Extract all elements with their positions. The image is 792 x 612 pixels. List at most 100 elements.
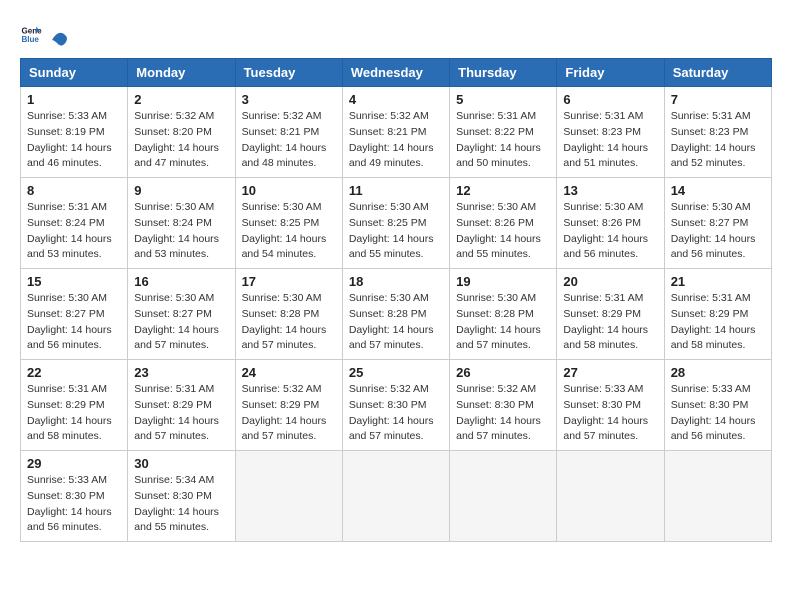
day-info: Sunrise: 5:33 AMSunset: 8:19 PMDaylight:… xyxy=(27,109,121,172)
day-number: 5 xyxy=(456,92,550,107)
day-info: Sunrise: 5:30 AMSunset: 8:25 PMDaylight:… xyxy=(349,200,443,263)
calendar-day-cell xyxy=(557,451,664,542)
calendar-day-cell: 25 Sunrise: 5:32 AMSunset: 8:30 PMDayligh… xyxy=(342,360,449,451)
day-info: Sunrise: 5:32 AMSunset: 8:30 PMDaylight:… xyxy=(349,382,443,445)
day-number: 25 xyxy=(349,365,443,380)
day-info: Sunrise: 5:31 AMSunset: 8:29 PMDaylight:… xyxy=(671,291,765,354)
calendar-day-header: Sunday xyxy=(21,59,128,87)
calendar-day-cell xyxy=(342,451,449,542)
day-info: Sunrise: 5:32 AMSunset: 8:20 PMDaylight:… xyxy=(134,109,228,172)
calendar-day-cell: 2 Sunrise: 5:32 AMSunset: 8:20 PMDaylight… xyxy=(128,87,235,178)
day-number: 28 xyxy=(671,365,765,380)
calendar-day-cell: 18 Sunrise: 5:30 AMSunset: 8:28 PMDayligh… xyxy=(342,269,449,360)
day-info: Sunrise: 5:31 AMSunset: 8:29 PMDaylight:… xyxy=(134,382,228,445)
day-number: 8 xyxy=(27,183,121,198)
calendar-day-header: Thursday xyxy=(450,59,557,87)
calendar-day-header: Wednesday xyxy=(342,59,449,87)
calendar-day-cell: 29 Sunrise: 5:33 AMSunset: 8:30 PMDayligh… xyxy=(21,451,128,542)
day-number: 10 xyxy=(242,183,336,198)
day-number: 27 xyxy=(563,365,657,380)
calendar-day-cell: 7 Sunrise: 5:31 AMSunset: 8:23 PMDaylight… xyxy=(664,87,771,178)
calendar-day-cell: 3 Sunrise: 5:32 AMSunset: 8:21 PMDaylight… xyxy=(235,87,342,178)
day-number: 2 xyxy=(134,92,228,107)
day-number: 7 xyxy=(671,92,765,107)
calendar-table: SundayMondayTuesdayWednesdayThursdayFrid… xyxy=(20,58,772,542)
day-info: Sunrise: 5:31 AMSunset: 8:29 PMDaylight:… xyxy=(27,382,121,445)
calendar-day-cell: 1 Sunrise: 5:33 AMSunset: 8:19 PMDaylight… xyxy=(21,87,128,178)
calendar-day-cell: 10 Sunrise: 5:30 AMSunset: 8:25 PMDayligh… xyxy=(235,178,342,269)
day-info: Sunrise: 5:32 AMSunset: 8:30 PMDaylight:… xyxy=(456,382,550,445)
calendar-day-cell: 17 Sunrise: 5:30 AMSunset: 8:28 PMDayligh… xyxy=(235,269,342,360)
day-number: 30 xyxy=(134,456,228,471)
day-info: Sunrise: 5:30 AMSunset: 8:27 PMDaylight:… xyxy=(134,291,228,354)
day-number: 14 xyxy=(671,183,765,198)
calendar-day-header: Tuesday xyxy=(235,59,342,87)
day-number: 4 xyxy=(349,92,443,107)
day-number: 13 xyxy=(563,183,657,198)
calendar-day-cell xyxy=(450,451,557,542)
logo-wave-icon xyxy=(50,20,68,48)
day-number: 19 xyxy=(456,274,550,289)
calendar-day-cell xyxy=(664,451,771,542)
day-info: Sunrise: 5:31 AMSunset: 8:23 PMDaylight:… xyxy=(671,109,765,172)
day-info: Sunrise: 5:30 AMSunset: 8:28 PMDaylight:… xyxy=(456,291,550,354)
day-info: Sunrise: 5:30 AMSunset: 8:28 PMDaylight:… xyxy=(242,291,336,354)
calendar-day-cell: 23 Sunrise: 5:31 AMSunset: 8:29 PMDayligh… xyxy=(128,360,235,451)
day-info: Sunrise: 5:30 AMSunset: 8:28 PMDaylight:… xyxy=(349,291,443,354)
logo: General Blue xyxy=(20,20,68,48)
calendar-day-cell: 11 Sunrise: 5:30 AMSunset: 8:25 PMDayligh… xyxy=(342,178,449,269)
day-number: 18 xyxy=(349,274,443,289)
calendar-day-cell: 24Sunrise: 5:32 AMSunset: 8:29 PMDayligh… xyxy=(235,360,342,451)
calendar-day-cell: 21 Sunrise: 5:31 AMSunset: 8:29 PMDayligh… xyxy=(664,269,771,360)
page-header: General Blue xyxy=(20,20,772,48)
calendar-day-cell: 8 Sunrise: 5:31 AMSunset: 8:24 PMDaylight… xyxy=(21,178,128,269)
calendar-day-cell: 4Sunrise: 5:32 AMSunset: 8:21 PMDaylight… xyxy=(342,87,449,178)
calendar-day-header: Friday xyxy=(557,59,664,87)
calendar-week-row: 1 Sunrise: 5:33 AMSunset: 8:19 PMDaylight… xyxy=(21,87,772,178)
day-number: 16 xyxy=(134,274,228,289)
calendar-day-cell: 13Sunrise: 5:30 AMSunset: 8:26 PMDayligh… xyxy=(557,178,664,269)
svg-text:Blue: Blue xyxy=(21,35,39,44)
day-number: 29 xyxy=(27,456,121,471)
day-info: Sunrise: 5:31 AMSunset: 8:23 PMDaylight:… xyxy=(563,109,657,172)
day-info: Sunrise: 5:34 AMSunset: 8:30 PMDaylight:… xyxy=(134,473,228,536)
day-info: Sunrise: 5:32 AMSunset: 8:29 PMDaylight:… xyxy=(242,382,336,445)
day-info: Sunrise: 5:31 AMSunset: 8:29 PMDaylight:… xyxy=(563,291,657,354)
calendar-day-cell: 20 Sunrise: 5:31 AMSunset: 8:29 PMDayligh… xyxy=(557,269,664,360)
day-info: Sunrise: 5:33 AMSunset: 8:30 PMDaylight:… xyxy=(563,382,657,445)
calendar-week-row: 15 Sunrise: 5:30 AMSunset: 8:27 PMDayligh… xyxy=(21,269,772,360)
calendar-week-row: 29 Sunrise: 5:33 AMSunset: 8:30 PMDayligh… xyxy=(21,451,772,542)
calendar-week-row: 8 Sunrise: 5:31 AMSunset: 8:24 PMDaylight… xyxy=(21,178,772,269)
day-info: Sunrise: 5:30 AMSunset: 8:24 PMDaylight:… xyxy=(134,200,228,263)
day-number: 23 xyxy=(134,365,228,380)
day-number: 11 xyxy=(349,183,443,198)
calendar-day-cell: 27 Sunrise: 5:33 AMSunset: 8:30 PMDayligh… xyxy=(557,360,664,451)
day-info: Sunrise: 5:33 AMSunset: 8:30 PMDaylight:… xyxy=(671,382,765,445)
day-info: Sunrise: 5:31 AMSunset: 8:22 PMDaylight:… xyxy=(456,109,550,172)
day-number: 9 xyxy=(134,183,228,198)
day-number: 20 xyxy=(563,274,657,289)
calendar-day-cell: 5 Sunrise: 5:31 AMSunset: 8:22 PMDaylight… xyxy=(450,87,557,178)
calendar-day-cell xyxy=(235,451,342,542)
day-info: Sunrise: 5:32 AMSunset: 8:21 PMDaylight:… xyxy=(242,109,336,172)
calendar-day-cell: 14 Sunrise: 5:30 AMSunset: 8:27 PMDayligh… xyxy=(664,178,771,269)
day-number: 12 xyxy=(456,183,550,198)
day-info: Sunrise: 5:30 AMSunset: 8:27 PMDaylight:… xyxy=(671,200,765,263)
calendar-day-cell: 15Sunrise: 5:30 AMSunset: 8:27 PMDayligh… xyxy=(21,269,128,360)
day-info: Sunrise: 5:30 AMSunset: 8:25 PMDaylight:… xyxy=(242,200,336,263)
day-number: 1 xyxy=(27,92,121,107)
day-info: Sunrise: 5:33 AMSunset: 8:30 PMDaylight:… xyxy=(27,473,121,536)
calendar-day-cell: 9 Sunrise: 5:30 AMSunset: 8:24 PMDaylight… xyxy=(128,178,235,269)
day-number: 6 xyxy=(563,92,657,107)
day-number: 15 xyxy=(27,274,121,289)
calendar-day-header: Monday xyxy=(128,59,235,87)
day-number: 26 xyxy=(456,365,550,380)
day-info: Sunrise: 5:31 AMSunset: 8:24 PMDaylight:… xyxy=(27,200,121,263)
day-number: 21 xyxy=(671,274,765,289)
calendar-day-cell: 12Sunrise: 5:30 AMSunset: 8:26 PMDayligh… xyxy=(450,178,557,269)
day-number: 3 xyxy=(242,92,336,107)
day-number: 17 xyxy=(242,274,336,289)
calendar-day-cell: 16 Sunrise: 5:30 AMSunset: 8:27 PMDayligh… xyxy=(128,269,235,360)
calendar-week-row: 22Sunrise: 5:31 AMSunset: 8:29 PMDayligh… xyxy=(21,360,772,451)
calendar-day-cell: 30 Sunrise: 5:34 AMSunset: 8:30 PMDayligh… xyxy=(128,451,235,542)
